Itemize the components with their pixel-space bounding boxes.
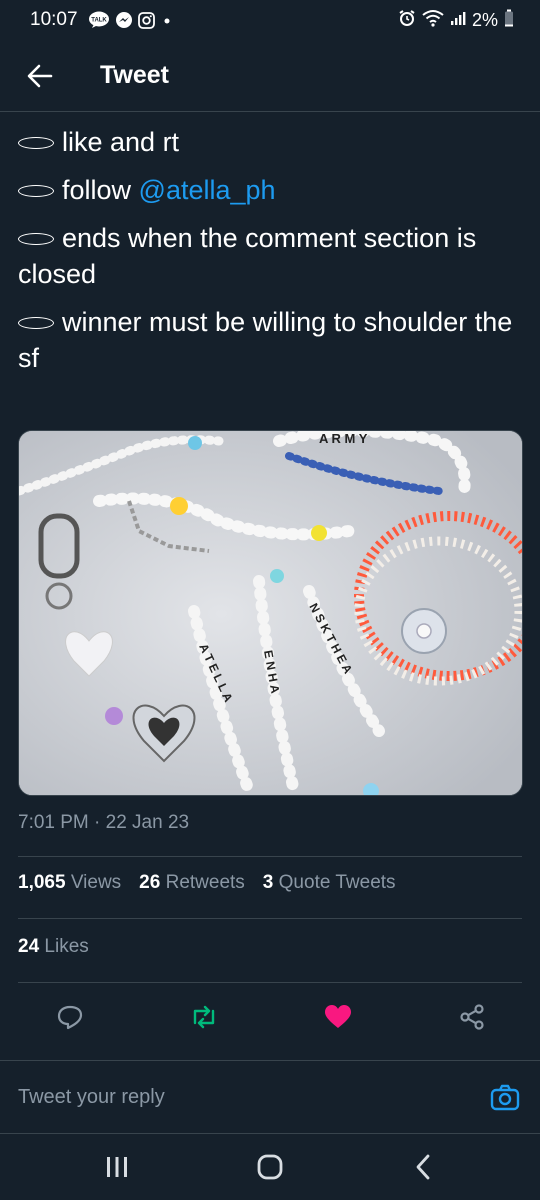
likes-label: Likes [44, 936, 89, 957]
home-button[interactable] [240, 1142, 300, 1192]
reply-icon [57, 1005, 83, 1030]
instagram-icon [137, 11, 155, 29]
retweet-button[interactable] [184, 997, 224, 1037]
back-button[interactable] [0, 40, 80, 112]
like-icon [325, 1005, 351, 1028]
messenger-icon [115, 11, 133, 29]
reply-input[interactable] [18, 1085, 488, 1109]
battery-icon [504, 9, 514, 32]
svg-text:A R M Y: A R M Y [319, 431, 368, 446]
tweet-line-text: follow [62, 175, 139, 205]
tweet-line: winner must be willing to shoulder the s… [18, 304, 522, 376]
divider [18, 982, 522, 983]
retweet-icon [193, 1005, 215, 1029]
tweet-line-text: ends when the comment section is closed [18, 223, 477, 289]
signal-icon [450, 10, 466, 31]
recents-button[interactable] [87, 1142, 147, 1192]
reply-button[interactable] [50, 997, 90, 1037]
oval-bullet-icon [18, 184, 54, 197]
oval-bullet-icon [18, 136, 54, 149]
tweet-line: follow @atella_ph [18, 172, 522, 208]
share-icon [460, 1004, 484, 1030]
system-nav-bar [0, 1134, 540, 1200]
mention-link[interactable]: @atella_ph [139, 175, 276, 205]
divider [18, 918, 522, 919]
quotes-stat[interactable]: 3 Quote Tweets [263, 872, 396, 894]
retweets-count: 26 [139, 872, 161, 893]
status-time: 10:07 [30, 9, 78, 30]
tweet-timestamp[interactable]: 7:01 PM · 22 Jan 23 [18, 812, 189, 834]
views-label: Views [70, 872, 122, 893]
dot-icon [160, 13, 174, 27]
tweet-line: ends when the comment section is closed [18, 220, 522, 292]
share-button[interactable] [452, 997, 492, 1037]
views-count: 1,065 [18, 872, 66, 893]
beaded-charms-illustration: A R M Y A T E L L A E N H A N S K T H E … [19, 431, 522, 795]
arrow-left-icon [27, 64, 53, 87]
page-title: Tweet [100, 61, 169, 89]
camera-icon [490, 1084, 520, 1111]
quotes-label: Quote Tweets [278, 872, 396, 893]
like-button[interactable] [318, 997, 358, 1037]
tweet-media-image[interactable]: A R M Y A T E L L A E N H A N S K T H E … [18, 430, 523, 796]
status-right: 2% [398, 9, 514, 32]
tweet-line-text: winner must be willing to shoulder the s… [18, 307, 513, 373]
oval-bullet-icon [18, 316, 54, 329]
talk-icon: TALK [88, 11, 110, 29]
retweets-label: Retweets [165, 872, 245, 893]
reply-bar [0, 1060, 540, 1134]
tweet-line: like and rt [18, 124, 522, 160]
svg-text:TALK: TALK [91, 18, 107, 24]
battery-percent: 2% [471, 9, 498, 30]
divider [18, 856, 522, 857]
quotes-count: 3 [262, 872, 274, 893]
status-bar: 10:07 TALK 2% [0, 0, 540, 40]
home-icon [257, 1154, 283, 1180]
alarm-icon [398, 9, 416, 32]
tweet-text: like and rt follow @atella_ph ends when … [18, 124, 522, 388]
oval-bullet-icon [18, 232, 54, 245]
recents-icon [106, 1157, 127, 1177]
action-bar [18, 994, 522, 1040]
camera-button[interactable] [488, 1080, 522, 1114]
wifi-icon [422, 9, 444, 32]
likes-count: 24 [18, 936, 40, 957]
likes-stat[interactable]: 24 Likes [18, 936, 89, 958]
back-icon [416, 1154, 430, 1180]
stats-row: 1,065 Views 26 Retweets 3 Quote Tweets [18, 872, 396, 894]
tweet-line-text: like and rt [62, 127, 180, 157]
app-bar: Tweet [0, 40, 540, 112]
views-stat[interactable]: 1,065 Views [18, 872, 121, 894]
nav-back-button[interactable] [393, 1142, 453, 1192]
retweets-stat[interactable]: 26 Retweets [139, 872, 245, 894]
